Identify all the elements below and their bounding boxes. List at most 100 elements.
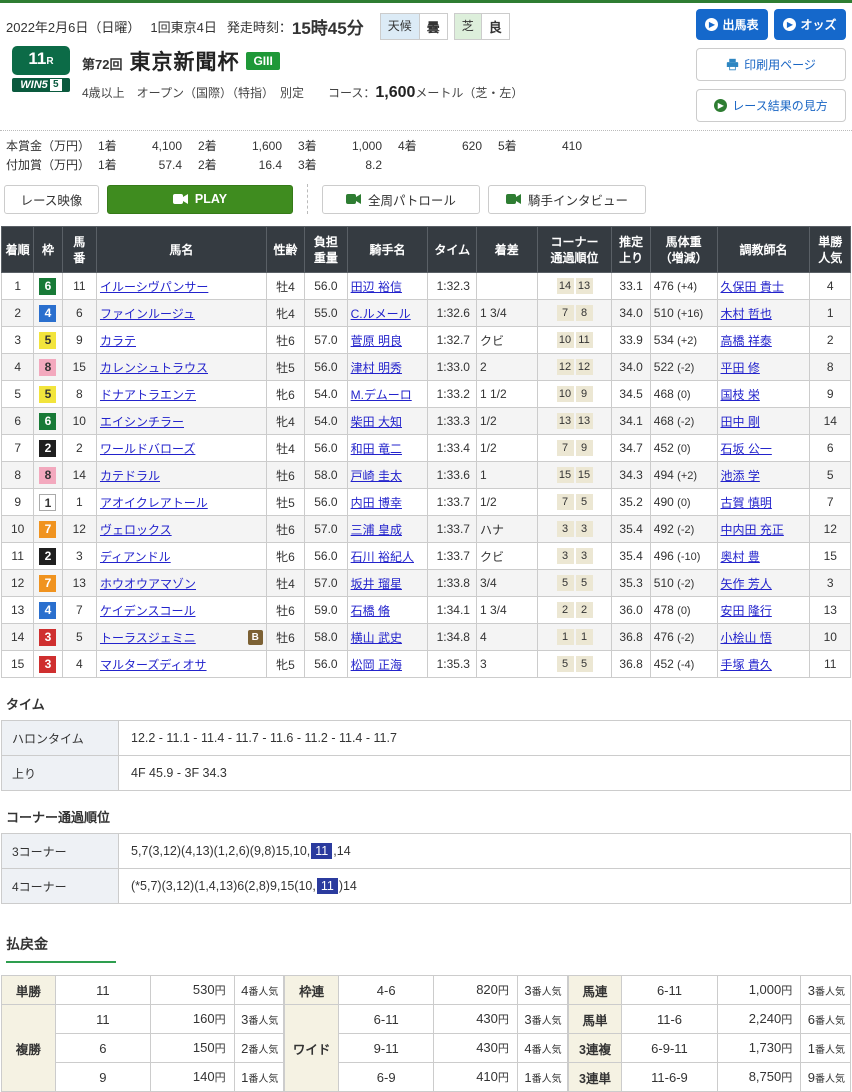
horse-link[interactable]: ファインルージュ	[100, 305, 195, 322]
result-row: 1534マルターズディオサ牝556.0松岡 正海1:35.335536.8452…	[2, 651, 851, 678]
trainer-link[interactable]: 石坂 公一	[721, 442, 772, 456]
trainer-link[interactable]: 木村 哲也	[721, 307, 772, 321]
trainer-link[interactable]: 田中 剛	[721, 415, 760, 429]
result-guide-button[interactable]: ▶ レース結果の見方	[696, 89, 846, 122]
trainer-link[interactable]: 中内田 充正	[721, 523, 784, 537]
jockey-cell: 横山 武史	[347, 624, 428, 651]
trainer-cell: 安田 隆行	[717, 597, 810, 624]
horse-link[interactable]: ヴェロックス	[100, 521, 172, 538]
payout-table: 単勝11530円4番人気複勝11160円3番人気6150円2番人気9140円1番…	[1, 975, 284, 1092]
weight-cell: 57.0	[305, 516, 347, 543]
jockey-link[interactable]: 横山 武史	[351, 631, 402, 645]
turf-label: 芝	[455, 14, 481, 39]
prize-place: 4着	[398, 137, 426, 156]
jockey-cell: M.デムーロ	[347, 381, 428, 408]
trainer-link[interactable]: 久保田 貴士	[721, 280, 784, 294]
corner-order-cell: 33	[537, 543, 612, 570]
patrol-video-button[interactable]: 全周パトロール	[322, 185, 480, 214]
winner-highlight: 11	[317, 878, 338, 894]
horse-link[interactable]: ケイデンスコール	[100, 602, 196, 619]
horse-link[interactable]: カラテ	[100, 332, 136, 349]
entries-button[interactable]: ▶ 出馬表	[696, 9, 768, 40]
prize-place: 2着	[198, 156, 226, 175]
jockey-interview-button[interactable]: 騎手インタビュー	[488, 185, 646, 214]
jockey-cell: 松岡 正海	[347, 651, 428, 678]
print-button[interactable]: 印刷用ページ	[696, 48, 846, 81]
frame-badge: 7	[39, 575, 56, 592]
corner-position: 2	[557, 602, 574, 618]
corner-order-cell: 78	[537, 300, 612, 327]
jockey-link[interactable]: 戸崎 圭太	[351, 469, 402, 483]
trainer-link[interactable]: 奥村 豊	[721, 550, 760, 564]
odds-button[interactable]: ▶ オッズ	[774, 9, 846, 40]
jockey-link[interactable]: 坂井 瑠星	[351, 577, 402, 591]
body-weight-cell: 468 (0)	[650, 381, 717, 408]
trainer-link[interactable]: 手塚 貴久	[721, 658, 772, 672]
jockey-link[interactable]: 和田 竜二	[351, 442, 402, 456]
turf-condition-value: 良	[481, 14, 509, 39]
horse-link[interactable]: ワールドバローズ	[100, 440, 195, 457]
jockey-link[interactable]: 田辺 裕信	[351, 280, 402, 294]
frame-badge: 1	[39, 494, 56, 511]
corner-position: 12	[576, 359, 593, 375]
trainer-link[interactable]: 平田 修	[721, 361, 760, 375]
frame-cell: 7	[34, 570, 62, 597]
horse-link[interactable]: カテドラル	[100, 467, 160, 484]
jockey-cell: 戸崎 圭太	[347, 462, 428, 489]
horse-link[interactable]: カレンシュトラウス	[100, 359, 208, 376]
last-3f-cell: 36.0	[612, 597, 650, 624]
jockey-link[interactable]: 津村 明秀	[351, 361, 402, 375]
horse-link[interactable]: ホウオウアマゾン	[100, 575, 196, 592]
sex-age-cell: 牡6	[266, 597, 304, 624]
race-result-page: 2022年2月6日（日曜） 1回東京4日 発走時刻： 15時45分 天候 曇 芝…	[0, 3, 852, 1092]
jockey-link[interactable]: 石橋 脩	[351, 604, 390, 618]
weight-cell: 56.0	[305, 435, 347, 462]
horse-link[interactable]: ドナアトラエンテ	[100, 386, 196, 403]
payout-popularity: 9番人気	[801, 1063, 851, 1092]
jockey-link[interactable]: M.デムーロ	[351, 388, 412, 402]
trainer-link[interactable]: 矢作 芳人	[721, 577, 772, 591]
jockey-link[interactable]: 菅原 明良	[351, 334, 402, 348]
sex-age-cell: 牡4	[266, 273, 304, 300]
horse-link[interactable]: イルーシヴパンサー	[100, 278, 208, 295]
jockey-link[interactable]: 石川 裕紀人	[351, 550, 414, 564]
jockey-link[interactable]: C.ルメール	[351, 307, 411, 321]
jockey-link[interactable]: 内田 博幸	[351, 496, 402, 510]
arrow-circle-icon: ▶	[705, 18, 718, 31]
play-button[interactable]: PLAY	[107, 185, 293, 214]
margin-cell: 3	[476, 651, 537, 678]
corner-position: 3	[557, 521, 574, 537]
horse-link[interactable]: トーラスジェミニ	[100, 629, 196, 646]
trainer-link[interactable]: 小桧山 悟	[721, 631, 772, 645]
corner-position: 5	[576, 575, 593, 591]
trainer-link[interactable]: 池添 学	[721, 469, 760, 483]
jockey-link[interactable]: 三浦 皇成	[351, 523, 402, 537]
race-video-button[interactable]: レース映像	[4, 185, 99, 214]
horse-link[interactable]: アオイクレアトール	[100, 494, 208, 511]
trainer-link[interactable]: 国枝 栄	[721, 388, 760, 402]
prize-place: 3着	[298, 156, 326, 175]
results-column-header: 性齢	[266, 227, 304, 273]
payout-combination: 9	[55, 1063, 150, 1092]
trainer-link[interactable]: 安田 隆行	[721, 604, 772, 618]
horse-link[interactable]: ディアンドル	[100, 548, 171, 565]
body-weight-cell: 492 (-2)	[650, 516, 717, 543]
frame-badge: 4	[39, 305, 56, 322]
corner-order-cell: 11	[537, 624, 612, 651]
rank-cell: 7	[2, 435, 34, 462]
horse-link[interactable]: エイシンチラー	[100, 413, 184, 430]
race-date: 2022年2月6日（日曜）	[6, 17, 140, 36]
jockey-link[interactable]: 松岡 正海	[351, 658, 402, 672]
corner-position: 5	[576, 656, 593, 672]
payout-popularity: 1番人気	[517, 1063, 567, 1092]
time-cell: 1:33.2	[428, 381, 477, 408]
horse-link[interactable]: マルターズディオサ	[100, 656, 207, 673]
corner-position: 15	[557, 467, 574, 483]
jockey-link[interactable]: 柴田 大知	[351, 415, 402, 429]
results-column-header: 騎手名	[347, 227, 428, 273]
weight-cell: 54.0	[305, 408, 347, 435]
result-row: 911アオイクレアトール牡556.0内田 博幸1:33.71/27535.249…	[2, 489, 851, 516]
corner-order-cell: 1313	[537, 408, 612, 435]
trainer-link[interactable]: 高橋 祥泰	[721, 334, 772, 348]
trainer-link[interactable]: 古賀 慎明	[721, 496, 772, 510]
